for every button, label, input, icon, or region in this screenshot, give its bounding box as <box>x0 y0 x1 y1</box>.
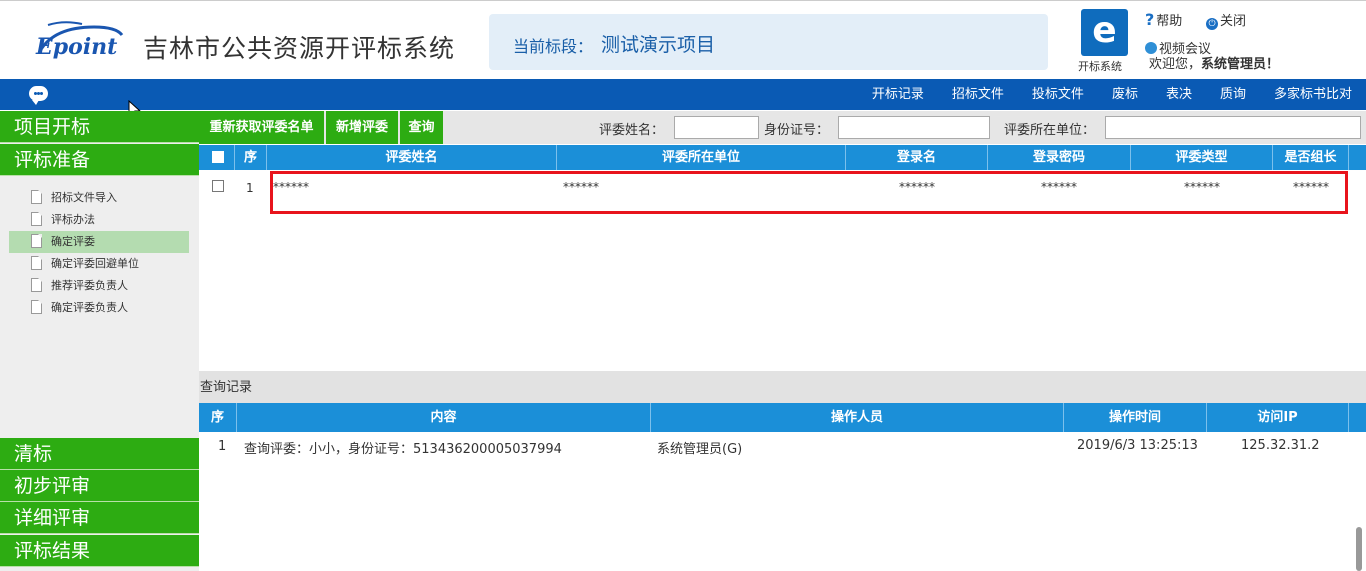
tree-item-label: 确定评委 <box>51 235 95 248</box>
logo-text: Epoint <box>35 34 117 60</box>
app-icon-letter: e <box>1092 10 1117 51</box>
tree-item-label: 确定评委回避单位 <box>51 257 139 270</box>
col-index: 序 <box>235 145 267 170</box>
nav-menu: 开标记录 招标文件 投标文件 废标 表决 质询 多家标书比对 <box>844 79 1352 110</box>
col-login-password[interactable]: 登录密码 <box>988 145 1131 170</box>
welcome-text: 欢迎您，系统管理员！ <box>1149 53 1279 72</box>
document-icon <box>31 190 42 204</box>
nav-item-inquiry[interactable]: 质询 <box>1220 79 1246 110</box>
stage-value: 测试演示项目 <box>601 34 716 56</box>
prep-tree: 招标文件导入 评标办法 确定评委 确定评委回避单位 推荐评委负责人 确定评委负责… <box>9 187 189 319</box>
nav-item-tender-document[interactable]: 招标文件 <box>952 79 1004 110</box>
col-judge-name[interactable]: 评委姓名 <box>267 145 557 170</box>
judge-unit-input[interactable] <box>1105 116 1361 139</box>
col-is-leader[interactable]: 是否组长 <box>1273 145 1349 170</box>
col-login-name[interactable]: 登录名 <box>846 145 988 170</box>
system-title: 吉林市公共资源开评标系统 <box>143 34 456 63</box>
tree-item-label: 评标办法 <box>51 213 95 226</box>
close-link[interactable]: ⏻ 关闭 <box>1206 10 1246 30</box>
select-all-cell <box>199 145 235 170</box>
document-icon <box>31 212 42 226</box>
refetch-judge-list-button[interactable]: 重新获取评委名单 <box>199 111 325 144</box>
tree-item-confirm-leader[interactable]: 确定评委负责人 <box>9 297 189 319</box>
id-number-label: 身份证号： <box>764 123 830 138</box>
select-all-checkbox[interactable] <box>212 151 224 163</box>
help-link[interactable]: ? 帮助 <box>1145 10 1182 29</box>
document-icon <box>31 234 42 248</box>
add-judge-button[interactable]: 新增评委 <box>326 111 399 144</box>
main-content: 重新获取评委名单 新增评委 查询 评委姓名： 身份证号： 评委所在单位： 序 评… <box>199 111 1366 571</box>
bid-opening-system-icon[interactable]: e <box>1081 9 1128 56</box>
tree-item-import-tender-doc[interactable]: 招标文件导入 <box>9 187 189 209</box>
log-col-operator[interactable]: 操作人员 <box>651 403 1064 432</box>
document-icon <box>31 300 42 314</box>
tree-item-confirm-judges[interactable]: 确定评委 <box>9 231 189 253</box>
query-log-title: 查询记录 <box>199 371 1366 403</box>
chat-icon[interactable] <box>29 86 48 105</box>
col-judge-unit[interactable]: 评委所在单位 <box>557 145 846 170</box>
log-row-operator: 系统管理员(G) <box>657 442 743 457</box>
log-row-time: 2019/6/3 13:25:13 <box>1077 438 1198 453</box>
current-stage-box: 当前标段： 测试演示项目 <box>489 14 1048 70</box>
app-header: Epoint 吉林市公共资源开评标系统 当前标段： 测试演示项目 e 开标系统 … <box>0 0 1366 79</box>
epoint-logo: Epoint <box>35 21 124 60</box>
log-row-ip: 125.32.31.2 <box>1241 438 1320 453</box>
judges-table-header: 序 评委姓名 评委所在单位 登录名 登录密码 评委类型 是否组长 <box>199 145 1366 170</box>
tree-item-label: 招标文件导入 <box>51 191 117 204</box>
judge-unit-label: 评委所在单位： <box>1004 123 1096 138</box>
red-highlight-box <box>270 171 1348 214</box>
stage-label: 当前标段： <box>513 37 594 56</box>
tree-item-label: 确定评委负责人 <box>51 301 128 314</box>
log-row-content: 查询评委：小小，身份证号：513436200005037994 <box>244 442 562 457</box>
log-table-header: 序 内容 操作人员 操作时间 访问IP <box>199 403 1366 432</box>
id-number-input[interactable] <box>838 116 990 139</box>
sidebar-section-bid-clearing[interactable]: 清标 <box>0 438 199 470</box>
log-col-time[interactable]: 操作时间 <box>1064 403 1207 432</box>
row-checkbox[interactable] <box>212 180 224 192</box>
power-icon: ⏻ <box>1206 18 1218 30</box>
judge-name-input[interactable] <box>674 116 759 139</box>
document-icon <box>31 256 42 270</box>
toolbar: 重新获取评委名单 新增评委 查询 评委姓名： 身份证号： 评委所在单位： <box>199 111 1366 144</box>
tree-item-recommend-leader[interactable]: 推荐评委负责人 <box>9 275 189 297</box>
tree-item-judge-avoid-units[interactable]: 确定评委回避单位 <box>9 253 189 275</box>
top-nav-bar: 开标记录 招标文件 投标文件 废标 表决 质询 多家标书比对 <box>0 79 1366 110</box>
nav-item-bid-opening-record[interactable]: 开标记录 <box>872 79 924 110</box>
sidebar-section-evaluation-prep[interactable]: 评标准备 <box>0 144 199 176</box>
sidebar-section-detailed-review[interactable]: 详细评审 <box>0 502 199 534</box>
query-button[interactable]: 查询 <box>400 111 444 144</box>
log-col-content[interactable]: 内容 <box>237 403 651 432</box>
log-col-ip[interactable]: 访问IP <box>1207 403 1349 432</box>
vertical-scrollbar[interactable] <box>1356 527 1362 571</box>
tree-item-evaluation-method[interactable]: 评标办法 <box>9 209 189 231</box>
row-index: 1 <box>246 181 254 195</box>
welcome-user: 系统管理员！ <box>1201 57 1280 72</box>
log-col-index: 序 <box>199 403 237 432</box>
sidebar-section-preliminary-review[interactable]: 初步评审 <box>0 470 199 502</box>
nav-item-multi-bid-compare[interactable]: 多家标书比对 <box>1274 79 1352 110</box>
welcome-prefix: 欢迎您， <box>1149 57 1202 72</box>
nav-item-vote[interactable]: 表决 <box>1166 79 1192 110</box>
judge-name-label: 评委姓名： <box>599 123 665 138</box>
close-label: 关闭 <box>1220 14 1247 29</box>
sidebar-section-evaluation-result[interactable]: 评标结果 <box>0 535 199 567</box>
nav-item-bid-document[interactable]: 投标文件 <box>1032 79 1084 110</box>
sidebar-section-project-opening[interactable]: 项目开标 <box>0 111 199 143</box>
left-sidebar: 项目开标 评标准备 招标文件导入 评标办法 确定评委 确定评委回避单位 推荐评委… <box>0 111 199 571</box>
document-icon <box>31 278 42 292</box>
nav-item-abolish-bid[interactable]: 废标 <box>1112 79 1138 110</box>
help-icon: ? <box>1145 10 1155 29</box>
app-icon-caption[interactable]: 开标系统 <box>1078 58 1122 74</box>
log-row-index: 1 <box>218 439 227 454</box>
col-judge-type[interactable]: 评委类型 <box>1131 145 1273 170</box>
tree-item-label: 推荐评委负责人 <box>51 279 128 292</box>
help-label: 帮助 <box>1156 14 1183 29</box>
